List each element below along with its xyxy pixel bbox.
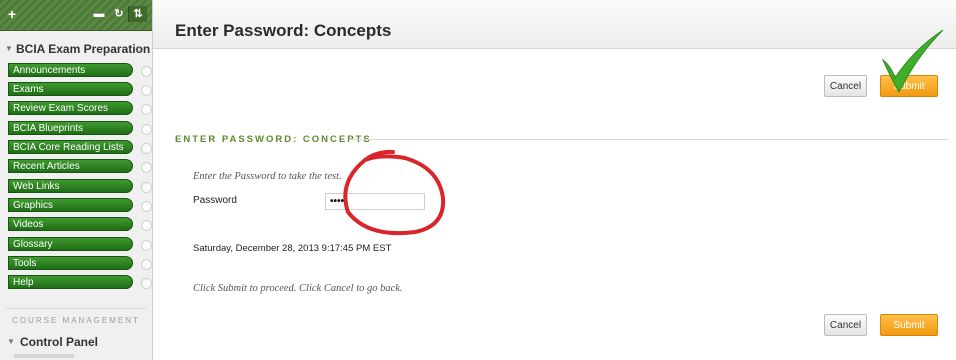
section-heading: ENTER PASSWORD: CONCEPTS bbox=[175, 134, 372, 145]
sidebar-item-label: Videos bbox=[13, 219, 44, 230]
control-panel-label: Control Panel bbox=[20, 335, 99, 349]
sidebar-item-tools[interactable]: Tools bbox=[8, 256, 133, 270]
sidebar-item-label: Announcements bbox=[13, 65, 86, 76]
section-divider bbox=[349, 139, 949, 140]
plus-icon[interactable]: + bbox=[6, 6, 18, 22]
sidebar-item-videos[interactable]: Videos bbox=[8, 217, 133, 231]
sidebar-item-label: Exams bbox=[13, 84, 44, 95]
sidebar-item-bcia-blueprints[interactable]: BCIA Blueprints bbox=[8, 121, 133, 135]
submit-button[interactable]: Submit bbox=[880, 75, 938, 97]
cancel-button[interactable]: Cancel bbox=[824, 75, 867, 97]
sidebar-item-label: Help bbox=[13, 277, 34, 288]
cancel-button-bottom[interactable]: Cancel bbox=[824, 314, 867, 336]
course-title[interactable]: ▼ BCIA Exam Preparation ⌂ bbox=[0, 40, 152, 58]
sidebar-item-label: Tools bbox=[13, 258, 37, 269]
sidebar-item-label: Graphics bbox=[13, 200, 54, 211]
sidebar-divider bbox=[6, 308, 146, 309]
sidebar-item-label: Review Exam Scores bbox=[13, 103, 109, 114]
sidebar-item-web-links[interactable]: Web Links bbox=[8, 179, 133, 193]
sidebar-item-label: BCIA Blueprints bbox=[13, 123, 84, 134]
menu-item-options-icon[interactable] bbox=[141, 182, 152, 193]
password-label: Password bbox=[193, 195, 237, 206]
menu-item-options-icon[interactable] bbox=[141, 220, 152, 231]
sort-icon[interactable]: ⇅ bbox=[128, 6, 147, 22]
page-header: Enter Password: Concepts bbox=[153, 0, 956, 49]
sidebar-item-announcements[interactable]: Announcements bbox=[8, 63, 133, 77]
course-title-label: BCIA Exam Preparation bbox=[16, 42, 151, 56]
control-panel-next-item bbox=[14, 354, 74, 358]
instructions-text: Enter the Password to take the test. bbox=[193, 171, 342, 182]
timestamp: Saturday, December 28, 2013 9:17:45 PM E… bbox=[193, 243, 392, 254]
menu-item-options-icon[interactable] bbox=[141, 259, 152, 270]
sidebar-item-bcia-core-reading-lists[interactable]: BCIA Core Reading Lists bbox=[8, 140, 133, 154]
sidebar-item-graphics[interactable]: Graphics bbox=[8, 198, 133, 212]
password-field[interactable] bbox=[325, 193, 425, 210]
sidebar-toolbar: + ▬ ↻ ⇅ bbox=[0, 0, 152, 31]
menu-item-options-icon[interactable] bbox=[141, 104, 152, 115]
menu-item-options-icon[interactable] bbox=[141, 66, 152, 77]
sidebar-item-label: Web Links bbox=[13, 181, 60, 192]
collapse-triangle-icon[interactable]: ▼ bbox=[5, 40, 13, 58]
collapse-triangle-icon[interactable]: ▼ bbox=[7, 337, 15, 346]
sidebar-item-help[interactable]: Help bbox=[8, 275, 133, 289]
menu-item-options-icon[interactable] bbox=[141, 85, 152, 96]
menu-item-options-icon[interactable] bbox=[141, 201, 152, 212]
sidebar-item-label: Recent Articles bbox=[13, 161, 80, 172]
course-management-heading: COURSE MANAGEMENT bbox=[12, 316, 140, 325]
menu-item-options-icon[interactable] bbox=[141, 162, 152, 173]
sidebar-item-label: Glossary bbox=[13, 239, 53, 250]
menu-item-options-icon[interactable] bbox=[141, 240, 152, 251]
submit-button-bottom[interactable]: Submit bbox=[880, 314, 938, 336]
folder-icon[interactable]: ▬ bbox=[92, 6, 106, 22]
menu-item-options-icon[interactable] bbox=[141, 278, 152, 289]
course-sidebar: + ▬ ↻ ⇅ ▼ BCIA Exam Preparation ⌂ Announ… bbox=[0, 0, 153, 360]
sidebar-item-label: BCIA Core Reading Lists bbox=[13, 142, 124, 153]
submit-instructions: Click Submit to proceed. Click Cancel to… bbox=[193, 283, 403, 294]
sidebar-item-recent-articles[interactable]: Recent Articles bbox=[8, 159, 133, 173]
main-content: Enter Password: Concepts Cancel Submit E… bbox=[153, 0, 956, 360]
sidebar-item-glossary[interactable]: Glossary bbox=[8, 237, 133, 251]
page-title: Enter Password: Concepts bbox=[175, 21, 392, 40]
refresh-icon[interactable]: ↻ bbox=[112, 6, 126, 22]
menu-item-options-icon[interactable] bbox=[141, 143, 152, 154]
home-icon[interactable]: ⌂ bbox=[135, 40, 141, 58]
menu-item-options-icon[interactable] bbox=[141, 124, 152, 135]
sidebar-item-review-exam-scores[interactable]: Review Exam Scores bbox=[8, 101, 133, 115]
sidebar-item-exams[interactable]: Exams bbox=[8, 82, 133, 96]
